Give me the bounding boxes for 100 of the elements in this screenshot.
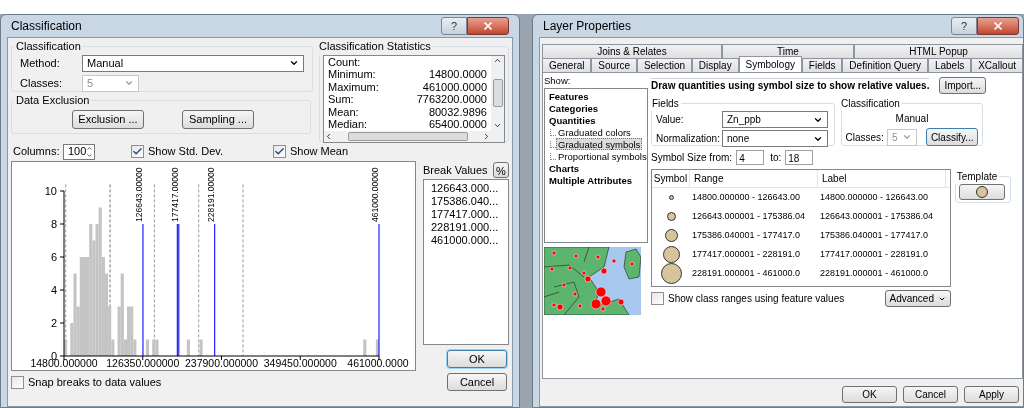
tree-item[interactable]: Graduated symbols: [556, 138, 643, 151]
tab[interactable]: Symbology: [738, 56, 802, 72]
table-cell[interactable]: 177417.000001 - 228191.0: [690, 247, 818, 262]
method-label: Method:: [20, 55, 61, 71]
columns-spinner[interactable]: 100: [63, 143, 95, 160]
classes-label: Classes:: [20, 75, 64, 91]
statistic-value: 80032.9896: [428, 105, 487, 118]
import-button[interactable]: Import...: [939, 77, 987, 94]
table-cell[interactable]: 126643.000001 - 175386.04: [818, 209, 946, 224]
table-cell[interactable]: 177417.000001 - 228191.0: [818, 247, 946, 262]
statistic-label: Minimum:: [328, 68, 376, 81]
break-value[interactable]: 177417.000...: [428, 208, 504, 221]
value-dropdown[interactable]: Zn_ppb: [722, 111, 828, 128]
break-label: 126643.00000: [133, 167, 144, 222]
statistic-value: 461000.0000: [422, 80, 487, 93]
group-label: Classification: [15, 39, 82, 54]
break-label: 461000.00000: [370, 167, 380, 222]
dialog-button[interactable]: Sampling ...: [182, 109, 254, 129]
group-label: Template: [955, 170, 999, 184]
classes-label: Classes:: [845, 130, 884, 145]
window-title: Layer Properties: [543, 18, 632, 35]
help-button[interactable]: ?: [441, 17, 467, 35]
value-label: Value:: [656, 113, 685, 127]
break-value[interactable]: 126643.000...: [428, 182, 504, 195]
column-header[interactable]: Label: [818, 169, 946, 188]
dialog-button[interactable]: Cancel: [903, 386, 958, 403]
symbol-size-label: Symbol Size from:: [651, 151, 733, 165]
tree-item[interactable]: Features: [547, 90, 591, 103]
axis-label: 237900.000000: [185, 357, 258, 369]
tab[interactable]: Fields: [801, 58, 843, 72]
column-header[interactable]: Range: [690, 169, 818, 188]
statistic-label: Sum:: [328, 93, 354, 106]
classify-button[interactable]: Classify...: [925, 128, 979, 146]
break-values-label: Break Values: [423, 162, 488, 178]
ok-button[interactable]: OK: [447, 350, 507, 368]
tab[interactable]: HTML Popup: [854, 44, 1023, 58]
break-values-list[interactable]: 126643.000... 175386.040... 177417.000... 228191.000... 461000.000...: [423, 179, 509, 345]
break-label: 177417.00000: [169, 167, 180, 222]
tab[interactable]: General: [542, 58, 592, 72]
table-cell[interactable]: 14800.000000 - 126643.00: [690, 190, 818, 205]
tree-item[interactable]: Charts: [547, 162, 582, 175]
dialog-button[interactable]: Apply: [964, 386, 1019, 403]
normalization-dropdown[interactable]: none: [722, 130, 828, 147]
axis-label: 461000.0000: [347, 357, 409, 369]
tab[interactable]: Labels: [927, 58, 972, 72]
tab[interactable]: Time: [721, 44, 855, 58]
symbol-size-to-field[interactable]: 18: [785, 150, 814, 165]
group-label: Classification: [840, 97, 901, 111]
statistic-value: 14800.0000: [428, 68, 487, 81]
tab[interactable]: Selection: [636, 58, 692, 72]
checkbox-label: Show Mean: [290, 144, 349, 160]
tree-item[interactable]: Graduated colors: [556, 126, 633, 139]
help-button[interactable]: ?: [951, 17, 977, 35]
percent-button[interactable]: %: [493, 162, 509, 178]
tree-item[interactable]: Proportional symbols: [556, 150, 647, 163]
checkbox-label: Show Std. Dev.: [148, 144, 223, 160]
tab[interactable]: Source: [591, 58, 637, 72]
table-cell[interactable]: 228191.000001 - 461000.0: [818, 266, 946, 281]
tab[interactable]: Joins & Relates: [542, 44, 722, 58]
tab[interactable]: Display: [691, 58, 739, 72]
axis-label: 6: [50, 251, 57, 263]
axis-label: 349450.000000: [263, 357, 337, 369]
tab[interactable]: XCallout: [971, 58, 1023, 72]
table-cell[interactable]: 228191.000001 - 461000.0: [690, 266, 818, 281]
table-cell[interactable]: 175386.040001 - 177417.0: [818, 228, 946, 243]
tab[interactable]: Definition Query: [842, 58, 928, 72]
axis-label: 8: [50, 218, 57, 230]
break-value[interactable]: 228191.000...: [428, 221, 504, 234]
method-dropdown[interactable]: Manual: [82, 54, 304, 72]
statistic-value: 65400.0000: [428, 118, 487, 131]
statistic-label: Median:: [328, 118, 368, 131]
group-label: Classification Statistics: [318, 39, 432, 54]
tree-item[interactable]: Multiple Attributes: [547, 174, 635, 187]
statistic-label: Count:: [328, 55, 361, 68]
normalization-label: Normalization:: [656, 132, 721, 146]
table-cell[interactable]: 14800.000000 - 126643.00: [818, 190, 946, 205]
checkbox-label: Show class ranges using feature values: [668, 292, 845, 306]
advanced-button[interactable]: Advanced: [884, 290, 951, 307]
symbol-size-from-field[interactable]: 4: [736, 150, 765, 165]
tree-item[interactable]: Quantities: [547, 114, 598, 127]
tree-item[interactable]: Categories: [547, 102, 601, 115]
axis-label: 2: [50, 317, 57, 329]
dialog-button[interactable]: OK: [842, 386, 897, 403]
cancel-button[interactable]: Cancel: [447, 373, 507, 391]
table-cell[interactable]: 175386.040001 - 177417.0: [690, 228, 818, 243]
statistic-label: Mean:: [328, 105, 359, 118]
column-header[interactable]: Symbol: [652, 169, 690, 188]
statistic-value: 7763200.0000: [416, 93, 487, 106]
columns-label: Columns:: [12, 144, 61, 160]
checkbox-label: Snap breaks to data values: [28, 375, 162, 390]
statistic-label: Maximum:: [328, 80, 379, 93]
dialog-button[interactable]: Exclusion ...: [72, 109, 144, 129]
break-value[interactable]: 175386.040...: [428, 195, 504, 208]
description-text: Draw quantities using symbol size to show relative values.: [651, 78, 930, 93]
break-value[interactable]: 461000.000...: [428, 234, 504, 247]
table-cell[interactable]: 126643.000001 - 175386.04: [690, 209, 818, 224]
method-text: Manual: [895, 112, 929, 126]
break-label: 228191.00000: [205, 167, 216, 222]
group-label: Data Exclusion: [15, 93, 91, 108]
axis-label: 4: [50, 284, 57, 296]
